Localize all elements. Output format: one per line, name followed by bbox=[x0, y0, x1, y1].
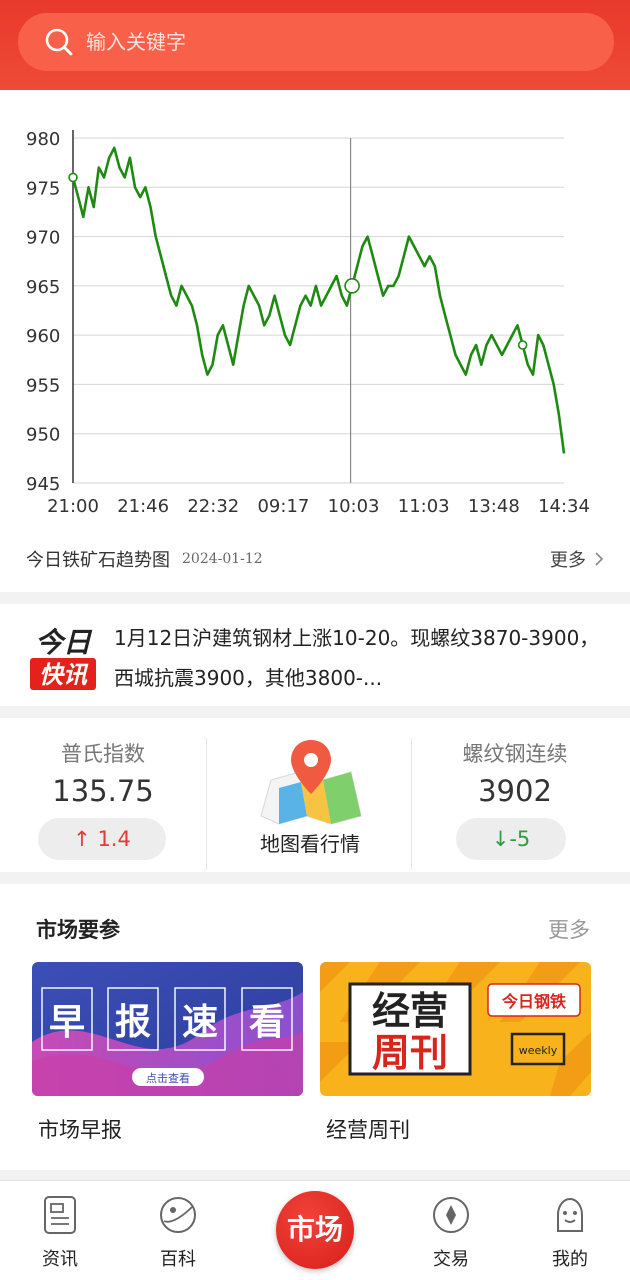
news-headline: 1月12日沪建筑钢材上涨10-20。现螺纹3870-3900，西城抗震3900，… bbox=[114, 626, 600, 690]
down-arrow-icon: ↓ bbox=[491, 827, 510, 851]
iron-ore-chart-card: 945 950 955 960 965 970 975 980 21:00 21:46 22:32 0… bbox=[0, 90, 630, 592]
chart-more-link[interactable]: 更多 bbox=[550, 546, 604, 572]
map-icon bbox=[260, 740, 362, 825]
tab-encyclopedia[interactable]: 百科 bbox=[118, 1181, 238, 1280]
logo-top-text: 今日 bbox=[35, 626, 93, 659]
news-flash-logo: 今日 快讯 bbox=[30, 626, 96, 690]
iron-ore-trend-chart[interactable]: 945 950 955 960 965 970 975 980 21:00 21:46 22:32 0… bbox=[0, 90, 630, 540]
banner-sub: weekly bbox=[519, 1044, 558, 1057]
tab-label: 百科 bbox=[160, 1249, 196, 1270]
tab-news[interactable]: 资讯 bbox=[0, 1181, 120, 1280]
chart-footer: 今日铁矿石趋势图 2024-01-12 更多 bbox=[26, 544, 604, 574]
chevron-right-icon bbox=[595, 552, 604, 566]
banner-badge: 今日钢铁 bbox=[501, 992, 566, 1011]
morning-report-banner: 早 报 速 看 点击查看 bbox=[32, 962, 303, 1096]
chart-date: 2024-01-12 bbox=[182, 551, 263, 567]
y-tick-label: 965 bbox=[26, 277, 60, 298]
change-badge: ↑ 1.4 bbox=[38, 818, 166, 860]
up-arrow-icon: ↑ bbox=[73, 827, 91, 851]
card-label: 市场早报 bbox=[38, 1118, 122, 1142]
banner-top-text: 经营 bbox=[372, 989, 448, 1033]
morning-report-card[interactable]: 早 报 速 看 点击查看 bbox=[32, 962, 303, 1096]
price-line bbox=[71, 146, 566, 454]
card-label: 经营周刊 bbox=[326, 1118, 410, 1142]
document-icon bbox=[44, 1196, 76, 1234]
change-badge: ↓-5 bbox=[456, 818, 566, 860]
section-more-link[interactable]: 更多 bbox=[548, 914, 590, 944]
y-tick-label: 955 bbox=[26, 375, 60, 396]
stat-label: 螺纹钢连续 bbox=[462, 742, 568, 766]
change-value: 1.4 bbox=[97, 827, 131, 851]
news-flash[interactable]: 今日 快讯 1月12日沪建筑钢材上涨10-20。现螺纹3870-3900，西城抗… bbox=[0, 604, 630, 706]
map-market-button[interactable]: 地图看行情 bbox=[207, 718, 413, 872]
stat-label: 普氏指数 bbox=[61, 742, 145, 766]
chart-title: 今日铁矿石趋势图 bbox=[26, 550, 170, 571]
banner-button-text: 点击查看 bbox=[146, 1071, 190, 1085]
x-tick-label: 22:32 bbox=[187, 496, 239, 517]
planet-icon bbox=[160, 1197, 196, 1233]
platts-index-stat[interactable]: 普氏指数 135.75 ↑ 1.4 bbox=[0, 718, 206, 872]
tab-profile[interactable]: 我的 bbox=[510, 1181, 630, 1280]
y-tick-label: 975 bbox=[26, 178, 60, 199]
x-tick-label: 14:34 bbox=[538, 496, 590, 517]
banner-char: 看 bbox=[249, 1002, 285, 1043]
x-tick-label: 21:46 bbox=[117, 496, 169, 517]
tab-label: 我的 bbox=[552, 1249, 588, 1270]
section-title: 市场要参 bbox=[36, 918, 120, 942]
y-tick-label: 970 bbox=[26, 228, 60, 249]
rebar-continuous-stat[interactable]: 螺纹钢连续 3902 ↓-5 bbox=[412, 718, 618, 872]
banner-char: 报 bbox=[115, 1002, 151, 1043]
search-icon bbox=[45, 28, 73, 56]
tab-label: 交易 bbox=[433, 1249, 469, 1270]
search-input[interactable] bbox=[86, 30, 566, 54]
business-weekly-banner: 经营 周刊 今日钢铁 weekly bbox=[320, 962, 591, 1096]
low-marker bbox=[517, 340, 528, 350]
banner-char: 速 bbox=[182, 1002, 218, 1043]
y-tick-label: 950 bbox=[26, 425, 60, 446]
logo-bottom-text: 快讯 bbox=[39, 661, 89, 689]
stat-value: 135.75 bbox=[52, 774, 154, 808]
y-tick-label: 960 bbox=[26, 326, 60, 347]
banner-char: 早 bbox=[49, 1002, 85, 1043]
x-tick-label: 13:48 bbox=[468, 496, 520, 517]
map-label: 地图看行情 bbox=[260, 832, 360, 856]
y-tick-label: 980 bbox=[26, 129, 60, 150]
tab-label: 资讯 bbox=[42, 1249, 78, 1270]
user-icon bbox=[557, 1197, 583, 1232]
diamond-icon bbox=[433, 1197, 469, 1233]
stat-value: 3902 bbox=[478, 774, 552, 808]
top-bar bbox=[0, 0, 630, 90]
cursor-marker bbox=[344, 278, 360, 294]
x-tick-label: 21:00 bbox=[47, 496, 99, 517]
market-center-button[interactable]: 市场 bbox=[276, 1191, 354, 1269]
x-tick-label: 10:03 bbox=[328, 496, 380, 517]
bottom-navigation: 资讯 百科 市场 交易 我的 bbox=[0, 1180, 630, 1280]
banner-bottom-text: 周刊 bbox=[372, 1031, 448, 1075]
market-references-section: 市场要参 更多 早 报 速 看 点击查看 市场早报 经营 周刊 今日钢铁 wee… bbox=[0, 884, 630, 1170]
market-stats: 普氏指数 135.75 ↑ 1.4 地图看行情 螺纹钢连续 3902 ↓-5 bbox=[0, 718, 630, 872]
business-weekly-card[interactable]: 经营 周刊 今日钢铁 weekly bbox=[320, 962, 591, 1096]
change-value: -5 bbox=[509, 827, 531, 851]
search-bar[interactable] bbox=[18, 13, 614, 71]
chart-more-label: 更多 bbox=[550, 550, 586, 571]
x-tick-label: 11:03 bbox=[398, 496, 450, 517]
y-tick-label: 945 bbox=[26, 474, 60, 495]
x-tick-label: 09:17 bbox=[257, 496, 309, 517]
open-marker bbox=[68, 172, 78, 183]
tab-trade[interactable]: 交易 bbox=[391, 1181, 511, 1280]
